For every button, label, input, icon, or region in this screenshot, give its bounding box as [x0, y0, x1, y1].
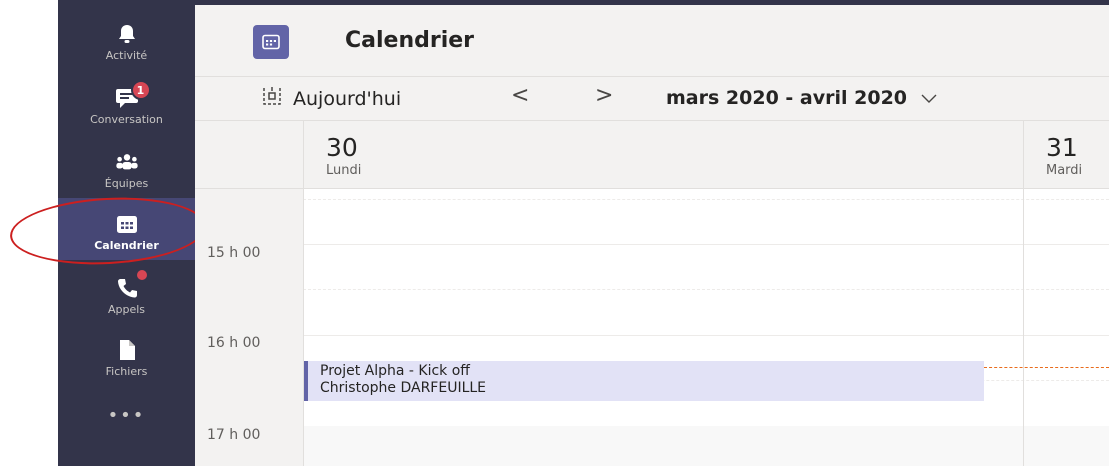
chat-icon: 1	[115, 80, 151, 110]
calendar-event[interactable]: Projet Alpha - Kick off Christophe DARFE…	[304, 361, 984, 401]
rail-item-calendar[interactable]: Calendrier	[58, 198, 195, 260]
rail-item-label: Calendrier	[94, 239, 159, 252]
day-header-tuesday[interactable]: 31 Mardi	[1046, 121, 1082, 189]
rail-item-conversation[interactable]: 1 Conversation	[58, 72, 195, 134]
calendar-toolbar: Aujourd'hui < > mars 2020 - avril 2020	[195, 77, 1109, 121]
rail-item-label: Équipes	[104, 177, 149, 190]
hour-line	[303, 335, 1109, 336]
teams-icon	[115, 150, 139, 174]
unread-badge: 1	[130, 80, 151, 100]
phone-icon	[115, 270, 147, 300]
time-label: 16 h 00	[207, 335, 261, 351]
hour-line	[303, 244, 1109, 245]
rail-item-activity[interactable]: Activité	[58, 8, 195, 70]
rail-item-calls[interactable]: Appels	[58, 262, 195, 324]
page-header: Calendrier	[195, 5, 1109, 77]
day-name: Mardi	[1046, 163, 1083, 178]
today-button[interactable]: Aujourd'hui	[261, 86, 401, 111]
notification-dot	[136, 270, 147, 280]
column-divider	[1023, 189, 1024, 466]
time-label: 17 h 00	[207, 427, 261, 443]
rail-item-label: Fichiers	[105, 365, 148, 378]
file-icon	[115, 338, 139, 362]
day-name: Lundi	[326, 163, 362, 178]
calendar-icon	[253, 25, 289, 59]
rail-item-label: Activité	[105, 49, 148, 62]
day-number: 31	[1046, 133, 1078, 162]
calendar-today-icon	[261, 86, 283, 111]
calendar-grid[interactable]: 15 h 00 16 h 00 17 h 00 Projet Alpha - K…	[195, 189, 1109, 466]
calendar-icon	[115, 212, 139, 236]
rail-item-teams[interactable]: Équipes	[58, 136, 195, 198]
current-time-indicator	[984, 367, 1109, 368]
rail-item-label: Appels	[107, 303, 146, 316]
app-rail: Activité 1 Conversation Équipes Calendri…	[58, 0, 195, 466]
more-apps-button[interactable]: •••	[58, 405, 195, 426]
column-divider	[303, 121, 304, 189]
event-title: Projet Alpha - Kick off	[320, 363, 470, 379]
time-label: 15 h 00	[207, 245, 261, 261]
date-range-label: mars 2020 - avril 2020	[666, 87, 908, 109]
half-hour-line	[303, 289, 1109, 290]
time-gutter: 15 h 00 16 h 00 17 h 00	[195, 189, 303, 466]
chevron-down-icon	[921, 87, 937, 109]
screenshot-margin	[0, 0, 58, 466]
event-organizer: Christophe DARFEUILLE	[320, 380, 487, 396]
previous-period-button[interactable]: <	[511, 83, 529, 108]
after-hours-area	[303, 426, 1109, 466]
rail-item-label: Conversation	[90, 113, 163, 126]
column-divider	[1023, 121, 1024, 189]
bell-icon	[115, 22, 139, 46]
date-range-picker[interactable]: mars 2020 - avril 2020	[666, 87, 937, 109]
half-hour-line	[303, 199, 1109, 200]
column-divider	[303, 189, 304, 466]
page-title: Calendrier	[345, 28, 475, 53]
next-period-button[interactable]: >	[595, 83, 613, 108]
day-header-row: 30 Lundi 31 Mardi	[195, 121, 1109, 189]
rail-item-files[interactable]: Fichiers	[58, 324, 195, 386]
day-header-monday[interactable]: 30 Lundi	[326, 121, 361, 189]
today-label: Aujourd'hui	[293, 87, 402, 110]
day-number: 30	[326, 133, 358, 162]
